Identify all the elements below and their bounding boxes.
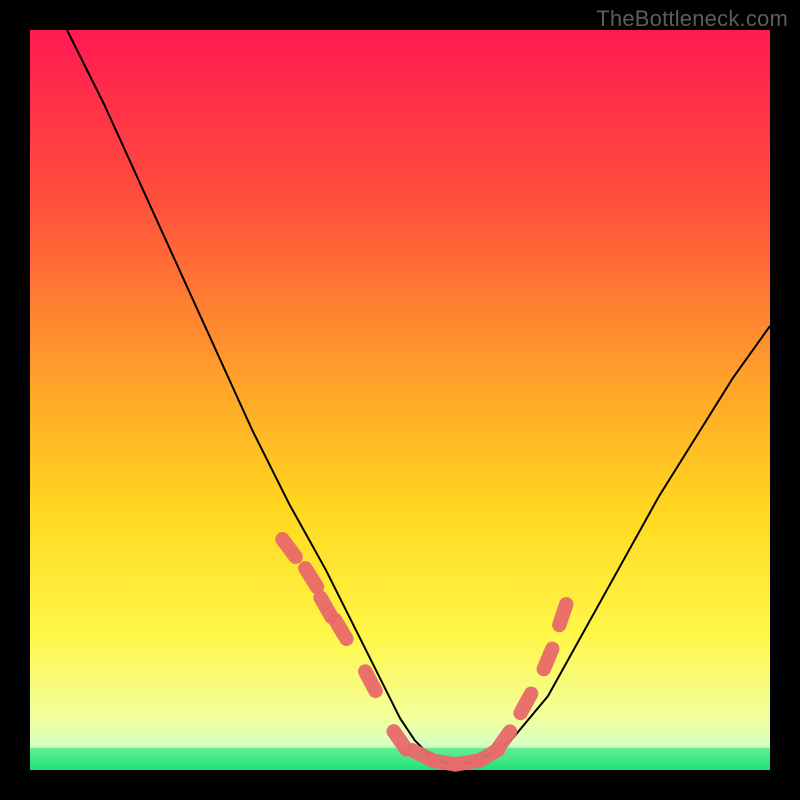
watermark-text: TheBottleneck.com	[596, 6, 788, 32]
chart-svg	[0, 0, 800, 800]
chart-container: TheBottleneck.com	[0, 0, 800, 800]
